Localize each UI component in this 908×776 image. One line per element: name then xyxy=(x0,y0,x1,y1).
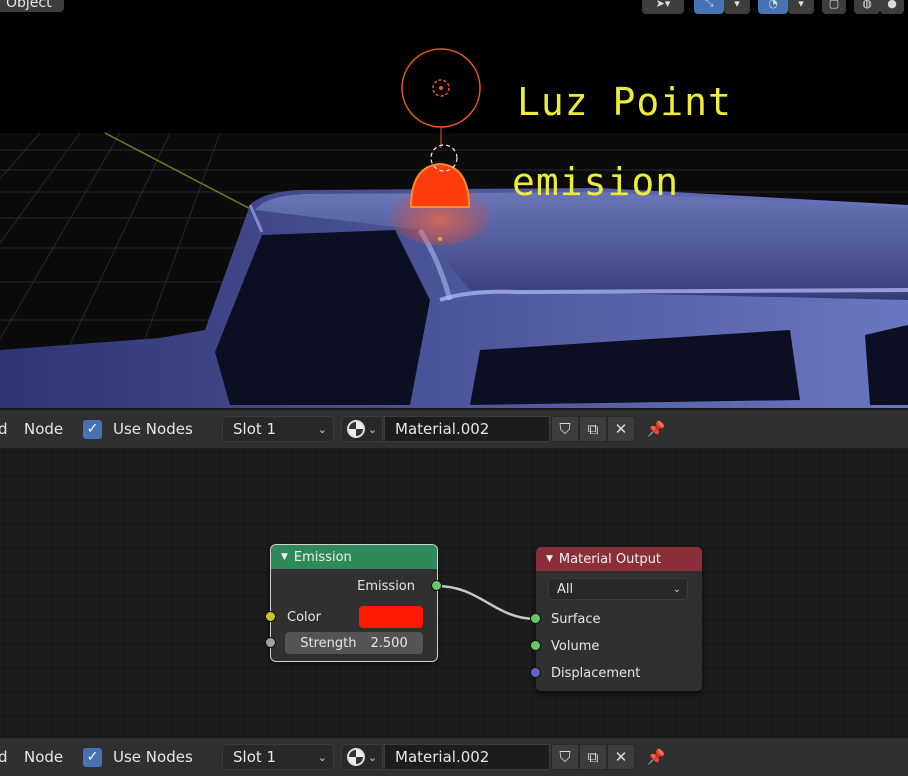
material-browse-button[interactable]: ⌄ xyxy=(341,416,383,442)
header-menu-fragment[interactable]: d xyxy=(0,420,8,438)
material-browse-button[interactable]: ⌄ xyxy=(341,744,383,770)
node-editor-header: d Node ✓ Use Nodes Slot 1 ⌄ ⌄ Material.0… xyxy=(0,408,908,448)
fake-user-shield-icon[interactable]: ⛉ xyxy=(551,744,579,770)
node-link xyxy=(436,584,537,621)
emission-output-socket[interactable] xyxy=(431,580,442,591)
viewport-scene xyxy=(0,48,908,408)
use-nodes-checkbox[interactable]: ✓ xyxy=(83,747,102,767)
chevron-down-icon: ⌄ xyxy=(317,422,327,436)
emission-label: emision xyxy=(512,160,680,204)
displacement-input-socket[interactable] xyxy=(530,667,541,678)
use-nodes-label[interactable]: Use Nodes xyxy=(113,748,193,766)
chevron-down-icon: ⌄ xyxy=(367,422,378,436)
node-editor-header-bottom: d Node ✓ Use Nodes Slot 1 ⌄ ⌄ Material.0… xyxy=(0,736,908,776)
fake-user-shield-icon[interactable]: ⛉ xyxy=(551,416,579,442)
material-output-node[interactable]: ▼ Material Output All ⌄ Surface Volume D… xyxy=(530,547,702,691)
material-output-header[interactable]: ▼ Material Output xyxy=(536,547,702,571)
gizmo-icon[interactable]: ⤡ xyxy=(694,0,724,14)
displacement-label: Displacement xyxy=(551,665,641,681)
material-output-title: Material Output xyxy=(558,551,662,567)
color-row: Color xyxy=(287,606,321,628)
pin-icon[interactable]: 📌 xyxy=(642,416,670,442)
emission-output-label: Emission xyxy=(357,578,415,594)
color-label: Color xyxy=(287,609,321,625)
use-nodes-label[interactable]: Use Nodes xyxy=(113,420,193,438)
light-label: Luz Point xyxy=(517,80,732,124)
color-swatch[interactable] xyxy=(359,606,423,628)
viewport-toolbar: ➤▾ ⤡ ▾ ◔ ▾ ▢ ◍ ● xyxy=(642,0,904,14)
strength-field[interactable]: Strength 2.500 xyxy=(285,632,423,654)
target-value: All xyxy=(557,581,574,597)
xray-icon[interactable]: ▢ xyxy=(822,0,846,14)
select-cursor-icon[interactable]: ➤▾ xyxy=(642,0,684,14)
surface-input-socket[interactable] xyxy=(530,613,541,624)
material-name: Material.002 xyxy=(395,748,490,766)
emission-node[interactable]: ▼ Emission Emission Color Strength 2.500 xyxy=(265,544,442,662)
displacement-row: Displacement xyxy=(551,662,640,684)
use-nodes-checkbox[interactable]: ✓ xyxy=(83,419,102,439)
object-menu[interactable]: Object xyxy=(0,0,64,12)
chevron-down-icon[interactable]: ▾ xyxy=(724,0,750,14)
slot-value: Slot 1 xyxy=(233,420,277,438)
slot-dropdown[interactable]: Slot 1 ⌄ xyxy=(222,416,334,442)
material-name-field[interactable]: Material.002 xyxy=(384,744,550,770)
collapse-triangle-icon[interactable]: ▼ xyxy=(546,554,553,564)
slot-value: Slot 1 xyxy=(233,748,277,766)
slot-dropdown[interactable]: Slot 1 ⌄ xyxy=(222,744,334,770)
chevron-down-icon[interactable]: ▾ xyxy=(788,0,814,14)
node-menu[interactable]: Node xyxy=(24,420,63,438)
solid-shading-icon[interactable]: ● xyxy=(880,0,904,14)
overlay-icon[interactable]: ◔ xyxy=(758,0,788,14)
wireframe-shading-icon[interactable]: ◍ xyxy=(854,0,880,14)
close-icon[interactable]: ✕ xyxy=(607,416,635,442)
surface-row: Surface xyxy=(551,608,601,630)
material-name: Material.002 xyxy=(395,420,490,438)
emission-node-title: Emission xyxy=(293,549,352,565)
color-input-socket[interactable] xyxy=(265,611,276,622)
strength-value: 2.500 xyxy=(370,635,408,651)
strength-label: Strength xyxy=(300,635,357,651)
material-name-field[interactable]: Material.002 xyxy=(384,416,550,442)
target-dropdown[interactable]: All ⌄ xyxy=(548,578,688,600)
chevron-down-icon: ⌄ xyxy=(367,750,378,764)
surface-label: Surface xyxy=(551,611,601,627)
close-icon[interactable]: ✕ xyxy=(607,744,635,770)
emission-node-header[interactable]: ▼ Emission xyxy=(271,545,437,569)
volume-input-socket[interactable] xyxy=(530,640,541,651)
pin-icon[interactable]: 📌 xyxy=(642,744,670,770)
chevron-down-icon: ⌄ xyxy=(317,750,327,764)
collapse-triangle-icon[interactable]: ▼ xyxy=(281,552,288,562)
chevron-down-icon: ⌄ xyxy=(672,583,681,595)
3d-viewport[interactable]: Object ➤▾ ⤡ ▾ ◔ ▾ ▢ ◍ ● Luz Point emisio… xyxy=(0,0,908,408)
strength-input-socket[interactable] xyxy=(265,637,276,648)
emission-output-row: Emission xyxy=(357,575,415,597)
volume-label: Volume xyxy=(551,638,600,654)
duplicate-icon[interactable]: ⧉ xyxy=(579,416,607,442)
material-browse-icon xyxy=(346,420,365,438)
duplicate-icon[interactable]: ⧉ xyxy=(579,744,607,770)
volume-row: Volume xyxy=(551,635,599,657)
header-menu-fragment[interactable]: d xyxy=(0,748,8,766)
material-browse-icon xyxy=(346,748,365,766)
node-menu[interactable]: Node xyxy=(24,748,63,766)
node-canvas[interactable]: ▼ Emission Emission Color Strength 2.500… xyxy=(0,448,908,736)
